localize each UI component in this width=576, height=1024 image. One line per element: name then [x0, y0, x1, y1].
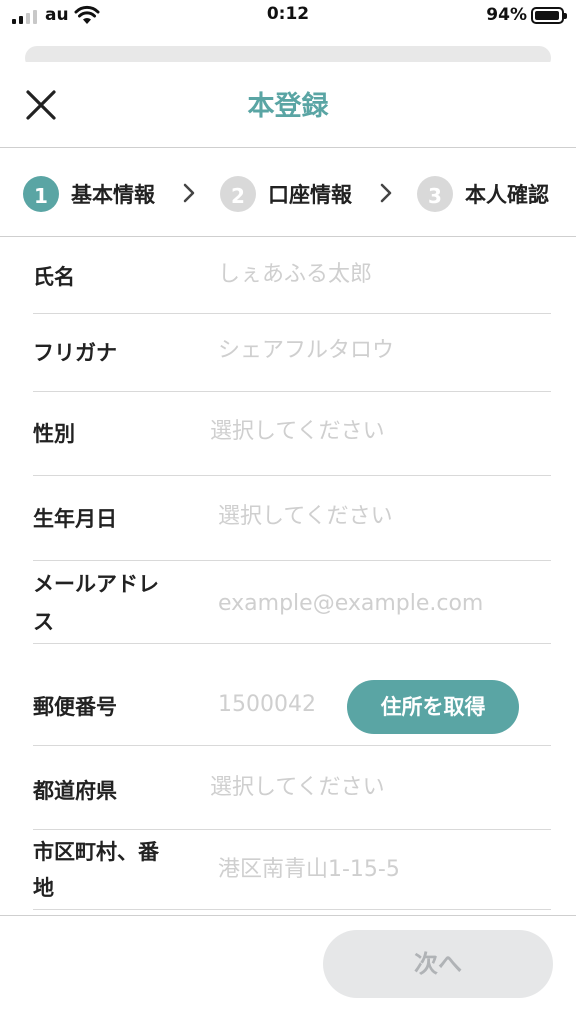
- get-address-button[interactable]: 住所を取得: [347, 680, 519, 734]
- step-number: 3: [417, 176, 453, 212]
- email-input[interactable]: example@example.com: [218, 589, 483, 619]
- field-label-continued: 地: [33, 876, 54, 900]
- name-input[interactable]: しぇあふる太郎: [218, 260, 372, 290]
- page-title: 本登録: [247, 91, 329, 122]
- field-label: 郵便番号: [33, 695, 117, 719]
- field-label: フリガナ: [33, 341, 117, 365]
- birthdate-field[interactable]: 生年月日 選択してください: [33, 476, 551, 561]
- furigana-input[interactable]: シェアフルタロウ: [218, 336, 394, 366]
- registration-sheet: 本登録 1 基本情報 2 口座情報 3 本人確認 氏名 しぇあふる太郎 フリガナ…: [0, 62, 576, 1024]
- field-label: メールアドレ: [33, 572, 159, 596]
- step-basic-info: 1 基本情報: [23, 176, 155, 212]
- battery-percent: 94%: [486, 5, 527, 25]
- address-input[interactable]: 港区南青山1-15-5: [218, 855, 400, 885]
- prefecture-select[interactable]: 選択してください: [210, 773, 385, 803]
- field-label: 性別: [33, 422, 75, 446]
- status-bar: au 0:12 94%: [0, 0, 576, 34]
- prefecture-field[interactable]: 都道府県 選択してください: [33, 746, 551, 830]
- battery-level: [535, 11, 559, 20]
- address-field[interactable]: 市区町村、番 地 港区南青山1-15-5: [33, 830, 551, 910]
- field-label: 都道府県: [33, 779, 117, 803]
- step-account-info: 2 口座情報: [220, 176, 352, 212]
- chevron-right-icon: [183, 183, 195, 203]
- email-field[interactable]: メールアドレ ス example@example.com: [33, 561, 551, 644]
- step-label: 口座情報: [268, 183, 352, 207]
- step-label: 本人確認: [465, 183, 549, 207]
- field-label: 市区町村、番: [33, 840, 159, 864]
- next-button[interactable]: 次へ: [323, 930, 553, 998]
- step-identity-verification: 3 本人確認: [417, 176, 549, 212]
- step-number: 2: [220, 176, 256, 212]
- bottom-bar: 次へ: [0, 915, 576, 1024]
- step-label: 基本情報: [71, 183, 155, 207]
- name-field[interactable]: 氏名 しぇあふる太郎: [33, 238, 551, 314]
- gender-field[interactable]: 性別 選択してください: [33, 392, 551, 476]
- gender-select[interactable]: 選択してください: [210, 417, 385, 447]
- progress-stepper: 1 基本情報 2 口座情報 3 本人確認: [0, 149, 576, 237]
- field-label: 氏名: [33, 265, 75, 289]
- birthdate-select[interactable]: 選択してください: [218, 502, 393, 532]
- chevron-right-icon: [380, 183, 392, 203]
- battery-icon: [531, 7, 567, 24]
- step-number: 1: [23, 176, 59, 212]
- field-label-continued: ス: [33, 610, 54, 634]
- postal-code-input[interactable]: 1500042: [218, 690, 316, 720]
- furigana-field[interactable]: フリガナ シェアフルタロウ: [33, 314, 551, 392]
- header: 本登録: [0, 62, 576, 148]
- field-label: 生年月日: [33, 507, 117, 531]
